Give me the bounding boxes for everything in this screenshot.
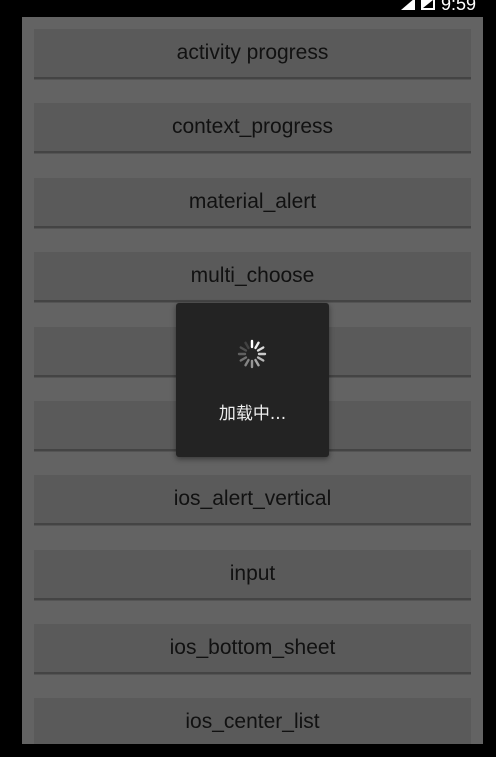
app-screen: activity progress context_progress mater…	[22, 17, 483, 744]
ios-center-list-button[interactable]: ios_center_list	[34, 698, 471, 744]
ios-bottom-sheet-button[interactable]: ios_bottom_sheet	[34, 624, 471, 674]
status-icons: 9:59	[400, 0, 476, 14]
loading-dialog: 加载中...	[176, 303, 329, 457]
status-time: 9:59	[440, 0, 476, 14]
bottom-bar	[0, 744, 496, 757]
input-button[interactable]: input	[34, 550, 471, 600]
spinner-icon	[237, 339, 267, 369]
loading-text: 加载中...	[218, 404, 287, 424]
context-progress-button[interactable]: context_progress	[34, 103, 471, 153]
sim-icon	[420, 0, 435, 10]
status-bar: 9:59	[0, 0, 496, 17]
material-alert-button[interactable]: material_alert	[34, 178, 471, 228]
signal-icon	[400, 0, 415, 10]
multi-choose-button[interactable]: multi_choose	[34, 252, 471, 302]
ios-alert-vertical-button[interactable]: ios_alert_vertical	[34, 475, 471, 525]
activity-progress-button[interactable]: activity progress	[34, 29, 471, 79]
